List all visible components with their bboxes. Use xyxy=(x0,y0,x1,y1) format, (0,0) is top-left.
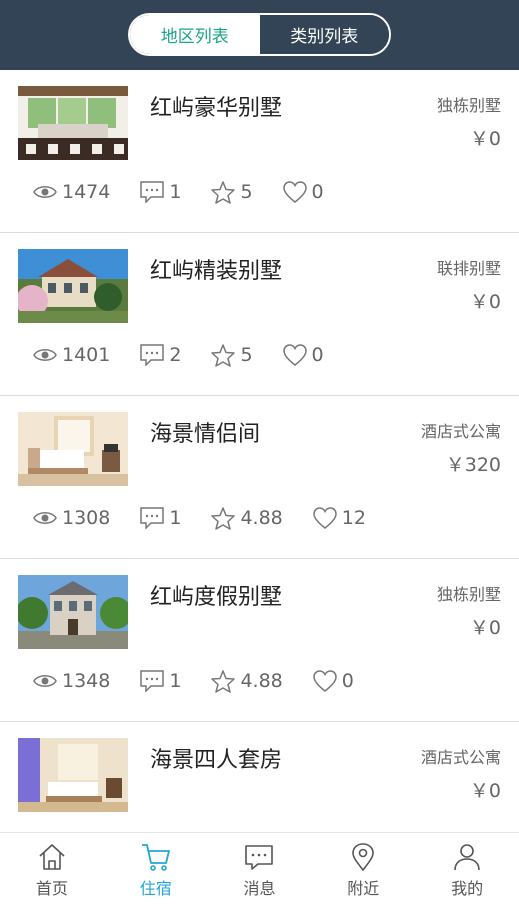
rating-value: 5 xyxy=(240,181,253,203)
eye-icon xyxy=(33,349,57,361)
listing-stats: 1348 1 4.88 0 xyxy=(33,667,384,695)
listing-category: 酒店式公寓 xyxy=(420,748,501,767)
listing-thumbnail xyxy=(18,575,128,649)
star-icon xyxy=(211,506,236,530)
views-count: 1348 xyxy=(62,670,111,692)
listing-name: 红屿度假别墅 xyxy=(150,585,283,610)
listing-thumbnail xyxy=(18,738,128,812)
listing-category: 独栋别墅 xyxy=(436,96,501,115)
listing-name: 海景四人套房 xyxy=(150,748,283,773)
cart-icon xyxy=(141,844,170,871)
list-type-segment: 地区列表 类别列表 xyxy=(128,13,391,56)
user-icon xyxy=(454,844,480,871)
listing-name: 红屿豪华别墅 xyxy=(150,96,283,121)
views-stat: 1474 xyxy=(33,181,110,203)
views-count: 1474 xyxy=(62,181,111,203)
listing-item[interactable]: 海景四人套房 酒店式公寓 ￥0 xyxy=(0,722,519,832)
likes-stat[interactable]: 0 xyxy=(282,181,324,203)
tab-home[interactable]: 首页 xyxy=(0,833,104,904)
top-header: 地区列表 类别列表 xyxy=(0,0,519,70)
listing-price: ￥320 xyxy=(445,454,501,476)
home-icon xyxy=(39,844,65,870)
star-icon xyxy=(211,669,236,693)
heart-icon xyxy=(282,344,307,366)
likes-count: 0 xyxy=(311,344,324,366)
listing-price: ￥0 xyxy=(469,291,501,313)
location-icon xyxy=(352,843,375,872)
star-icon xyxy=(211,180,236,204)
tab-messages-label: 消息 xyxy=(243,879,276,898)
rating-stat: 5 xyxy=(211,343,253,367)
listing-price: ￥0 xyxy=(469,780,501,802)
comments-count: 1 xyxy=(169,670,182,692)
tab-nearby[interactable]: 附近 xyxy=(311,833,415,904)
views-stat: 1348 xyxy=(33,670,110,692)
comment-icon xyxy=(140,344,165,366)
listing-price: ￥0 xyxy=(469,617,501,639)
comments-count: 1 xyxy=(169,507,182,529)
heart-icon xyxy=(313,507,337,529)
views-count: 1401 xyxy=(62,344,111,366)
listing-item[interactable]: 红屿度假别墅 独栋别墅 ￥0 1348 1 4.88 0 xyxy=(0,559,519,722)
eye-icon xyxy=(33,186,57,198)
listing-item[interactable]: 红屿豪华别墅 独栋别墅 ￥0 1474 1 5 0 xyxy=(0,70,519,233)
tab-lodging[interactable]: 住宿 xyxy=(104,833,208,904)
comments-count: 2 xyxy=(169,344,182,366)
listing-thumbnail xyxy=(18,412,128,486)
listing-name: 红屿精装别墅 xyxy=(150,259,283,284)
likes-stat[interactable]: 0 xyxy=(313,670,354,692)
listing-category: 酒店式公寓 xyxy=(420,422,501,441)
views-count: 1308 xyxy=(62,507,111,529)
tab-profile-label: 我的 xyxy=(451,879,484,898)
message-icon xyxy=(245,845,274,870)
tab-nearby-label: 附近 xyxy=(347,879,380,898)
likes-stat[interactable]: 12 xyxy=(313,507,366,529)
rating-stat: 5 xyxy=(211,180,253,204)
rating-stat: 4.88 xyxy=(211,506,283,530)
rating-value: 4.88 xyxy=(240,507,283,529)
listing-thumbnail xyxy=(18,86,128,160)
listing-name: 海景情侣间 xyxy=(150,422,261,447)
listing-stats: 1308 1 4.88 12 xyxy=(33,504,396,532)
rating-value: 5 xyxy=(240,344,253,366)
star-icon xyxy=(211,343,236,367)
comments-stat: 2 xyxy=(140,344,181,366)
listing-thumbnail xyxy=(18,249,128,323)
listing-item[interactable]: 海景情侣间 酒店式公寓 ￥320 1308 1 4.88 12 xyxy=(0,396,519,559)
views-stat: 1308 xyxy=(33,507,110,529)
likes-count: 0 xyxy=(311,181,324,203)
views-stat: 1401 xyxy=(33,344,110,366)
rating-value: 4.88 xyxy=(240,670,283,692)
listing-category: 独栋别墅 xyxy=(436,585,501,604)
tab-profile[interactable]: 我的 xyxy=(415,833,519,904)
listing-stats: 1401 2 5 0 xyxy=(33,341,354,369)
listing-category: 联排别墅 xyxy=(436,259,501,278)
heart-icon xyxy=(282,181,307,203)
bottom-tab-bar: 首页 住宿 消息 附近 我的 xyxy=(0,832,519,904)
comment-icon xyxy=(140,507,165,529)
comments-stat: 1 xyxy=(140,670,181,692)
likes-count: 12 xyxy=(341,507,366,529)
tab-lodging-label: 住宿 xyxy=(139,879,172,898)
listing-price: ￥0 xyxy=(469,128,501,150)
tab-messages[interactable]: 消息 xyxy=(208,833,312,904)
comments-stat: 1 xyxy=(140,507,181,529)
likes-count: 0 xyxy=(341,670,354,692)
heart-icon xyxy=(313,670,337,692)
listing-stats: 1474 1 5 0 xyxy=(33,178,354,206)
comment-icon xyxy=(140,670,165,692)
comment-icon xyxy=(140,181,165,203)
tab-region-list[interactable]: 地区列表 xyxy=(130,15,260,54)
comments-count: 1 xyxy=(169,181,182,203)
eye-icon xyxy=(33,675,57,687)
tab-home-label: 首页 xyxy=(35,879,68,898)
tab-category-list[interactable]: 类别列表 xyxy=(259,15,389,54)
eye-icon xyxy=(33,512,57,524)
likes-stat[interactable]: 0 xyxy=(282,344,324,366)
rating-stat: 4.88 xyxy=(211,669,283,693)
listing-item[interactable]: 红屿精装别墅 联排别墅 ￥0 1401 2 5 0 xyxy=(0,233,519,396)
comments-stat: 1 xyxy=(140,181,181,203)
listing-list[interactable]: 红屿豪华别墅 独栋别墅 ￥0 1474 1 5 0 红屿精装别墅 联排别墅 ￥0… xyxy=(0,70,519,832)
